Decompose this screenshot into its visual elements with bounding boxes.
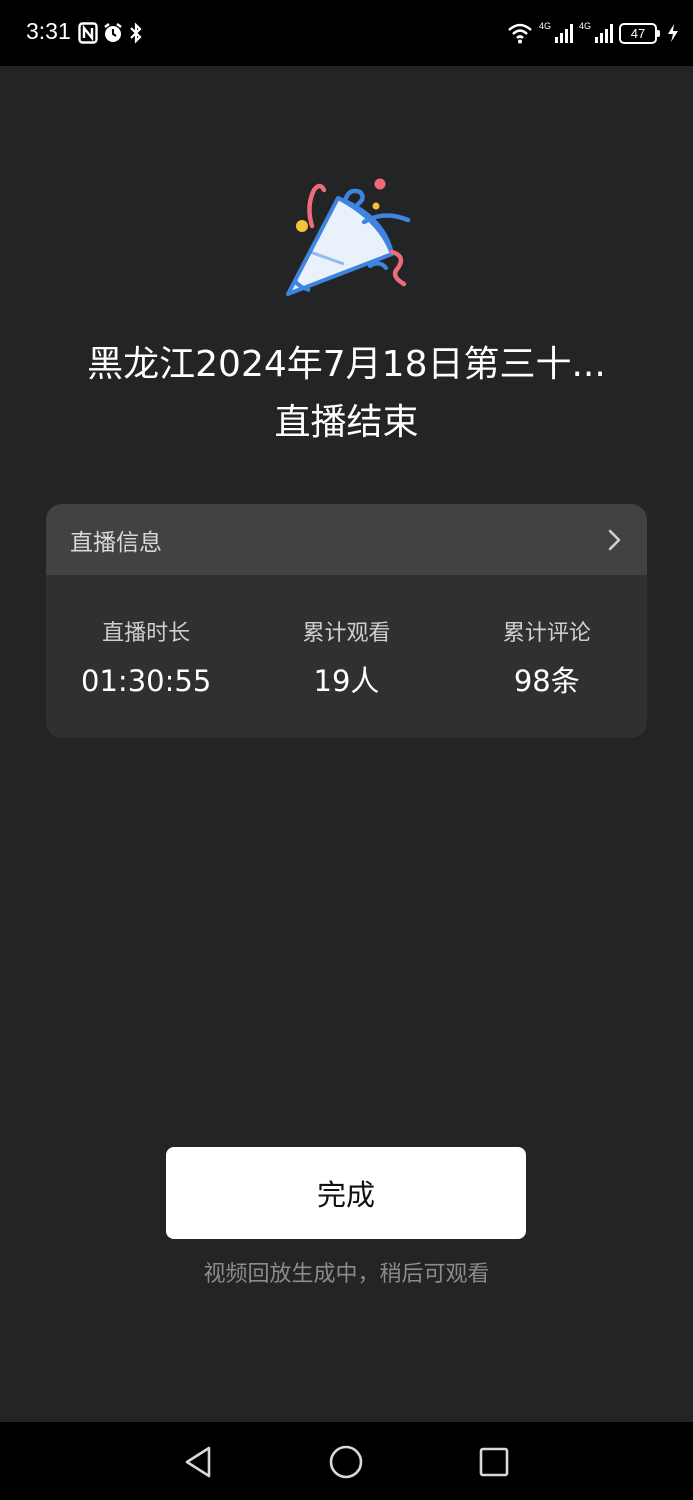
- navigation-bar: [0, 1422, 693, 1500]
- stat-viewers: 累计观看 19人: [246, 617, 446, 703]
- status-left-icons: [78, 20, 144, 46]
- alarm-icon: [104, 23, 122, 42]
- nav-recents-button[interactable]: [470, 1438, 518, 1486]
- title-area: 黑龙江2024年7月18日第三十... 直播结束: [0, 338, 693, 450]
- party-popper-icon: [286, 178, 411, 296]
- nav-home-button[interactable]: [322, 1438, 370, 1486]
- stats-row: 直播时长 01:30:55 累计观看 19人 累计评论 98条: [46, 575, 647, 703]
- live-info-card: 直播信息 直播时长 01:30:55 累计观看 19人 累计评论 98条: [46, 504, 647, 738]
- done-button[interactable]: 完成: [166, 1147, 526, 1239]
- stat-value: 19人: [313, 664, 380, 698]
- stat-label: 累计评论: [502, 621, 591, 646]
- nav-back-button[interactable]: [174, 1438, 222, 1486]
- bluetooth-icon: [130, 22, 142, 44]
- replay-note: 视频回放生成中，稍后可观看: [203, 1262, 490, 1287]
- live-ended-label: 直播结束: [274, 402, 419, 443]
- live-info-header[interactable]: 直播信息: [46, 504, 647, 575]
- stat-label: 累计观看: [302, 621, 391, 646]
- battery-indicator: 47: [619, 22, 660, 44]
- live-title: 黑龙江2024年7月18日第三十...: [87, 344, 606, 385]
- network-label-1: 4G: [538, 21, 551, 31]
- recents-icon: [479, 1447, 509, 1477]
- status-time: 3:31: [26, 18, 71, 44]
- stat-comments: 累计评论 98条: [447, 617, 647, 703]
- status-bar: 3:31 4G 4G 47: [0, 0, 693, 66]
- signal-icon: [595, 23, 613, 43]
- wifi-icon: [508, 23, 532, 44]
- live-info-label: 直播信息: [70, 529, 162, 556]
- status-right: 4G 4G 47: [507, 18, 679, 48]
- stat-duration: 直播时长 01:30:55: [46, 617, 246, 703]
- network-label-2: 4G: [578, 21, 591, 31]
- nfc-icon: [78, 22, 98, 44]
- stat-value: 98条: [513, 664, 580, 698]
- back-icon: [185, 1446, 211, 1478]
- home-icon: [329, 1445, 363, 1479]
- stat-label: 直播时长: [102, 621, 191, 646]
- charging-icon: [668, 24, 678, 42]
- chevron-right-icon: [608, 529, 621, 550]
- stat-value: 01:30:55: [81, 664, 212, 698]
- signal-icon: [554, 23, 573, 43]
